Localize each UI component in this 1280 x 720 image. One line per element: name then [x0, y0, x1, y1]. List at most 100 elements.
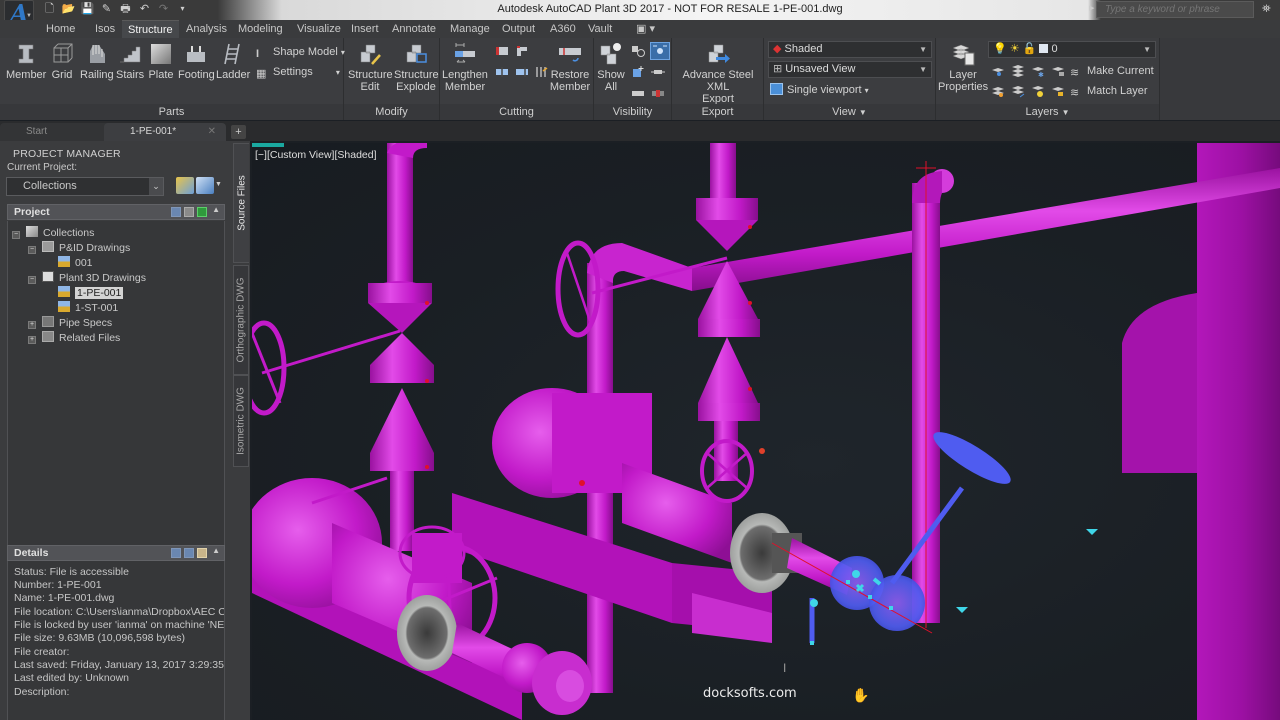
tab-isos[interactable]: Isos	[89, 20, 121, 38]
tree-node-pipe-specs[interactable]: + Pipe Specs	[28, 316, 112, 330]
tree-node-001[interactable]: 001	[58, 256, 93, 270]
viewport-config-button[interactable]: Single viewport ▾	[770, 82, 869, 98]
thumbnail-icon[interactable]	[197, 548, 207, 558]
tree-node-pid-drawings[interactable]: − P&ID Drawings	[28, 241, 130, 255]
tab-home[interactable]: Home	[40, 20, 81, 38]
binoculars-search-icon[interactable]: ⛯	[1262, 3, 1271, 16]
tab-vault[interactable]: Vault	[582, 20, 618, 38]
new-icon[interactable]: 🗋	[42, 2, 57, 16]
search-input[interactable]	[1097, 2, 1253, 17]
hide-cut-icon[interactable]	[650, 86, 666, 100]
tab-analysis[interactable]: Analysis	[180, 20, 233, 38]
expand-toggle[interactable]: +	[28, 321, 36, 329]
layer-unlock-icon[interactable]	[1050, 84, 1066, 98]
structure-edit-button[interactable]: Structure Edit	[348, 42, 393, 93]
ribbon-options-button[interactable]: ▣ ▾	[630, 20, 661, 38]
3d-piping-model[interactable]	[252, 143, 1280, 720]
lengthen-member-button[interactable]: Lengthen Member	[442, 42, 488, 93]
panel-label-view[interactable]: View ▼	[764, 104, 935, 120]
cope-icon[interactable]	[494, 44, 510, 58]
plot-icon[interactable]: 🖶	[118, 2, 133, 16]
storage-tank[interactable]	[1122, 143, 1280, 720]
header-pipe[interactable]	[692, 168, 1280, 291]
ladder-button[interactable]: Ladder	[216, 42, 250, 81]
restore-member-button[interactable]: Restore Member	[548, 42, 592, 93]
project-tools-icon[interactable]	[196, 177, 214, 194]
add-to-view-icon[interactable]	[630, 65, 646, 79]
viewport-controls-label[interactable]: [−][Custom View][Shaded]	[255, 149, 377, 161]
expand-toggle[interactable]: +	[28, 336, 36, 344]
settings-button[interactable]: ▦ Settings ▾	[256, 64, 340, 80]
doc-tab-1-pe-001[interactable]: 1-PE-001* ✕	[104, 123, 226, 141]
layer-unisolate-icon[interactable]	[1010, 84, 1026, 98]
miter-cut-icon[interactable]	[514, 44, 530, 58]
extend-icon[interactable]	[514, 65, 530, 79]
visual-style-dropdown[interactable]: ◆ Shaded ▼	[768, 41, 932, 58]
tab-source-files[interactable]: Source Files	[233, 143, 249, 263]
chevron-down-icon[interactable]: ▼	[215, 181, 222, 188]
search-box[interactable]: ▶	[1089, 1, 1254, 18]
tab-insert[interactable]: Insert	[345, 20, 385, 38]
isolate-icon[interactable]	[650, 42, 670, 60]
match-layer-button[interactable]: ≋ Match Layer	[1070, 83, 1148, 99]
make-current-button[interactable]: ≋ Make Current	[1070, 63, 1154, 79]
refresh-icon[interactable]	[197, 207, 207, 217]
tab-output[interactable]: Output	[496, 20, 541, 38]
preview-icon[interactable]	[184, 548, 194, 558]
save-as-icon[interactable]: ✎	[99, 2, 114, 16]
redo-icon[interactable]: ↷	[156, 2, 171, 16]
tree-node-1-st-001[interactable]: 1-ST-001	[58, 301, 118, 315]
project-setup-icon[interactable]	[176, 177, 194, 194]
tree-node-related-files[interactable]: + Related Files	[28, 331, 120, 345]
layer-thaw-icon[interactable]	[1030, 84, 1046, 98]
tab-structure[interactable]: Structure	[122, 20, 179, 38]
member-button[interactable]: Member	[6, 42, 46, 81]
named-view-dropdown[interactable]: ⊞ Unsaved View ▼	[768, 61, 932, 78]
tab-a360[interactable]: A360	[544, 20, 582, 38]
tree-node-collections[interactable]: − Collections	[12, 226, 94, 240]
layer-isolate-icon[interactable]	[1010, 64, 1026, 78]
selected-valve[interactable]	[771, 424, 1017, 643]
doc-tab-start[interactable]: Start	[0, 123, 120, 141]
grid-button[interactable]: Grid	[48, 42, 76, 81]
pump-skid-left[interactable]	[252, 476, 592, 720]
layer-properties-button[interactable]: Layer Properties	[938, 42, 988, 93]
new-tab-button[interactable]: +	[231, 125, 246, 139]
shape-model-button[interactable]: I Shape Model ▾	[256, 44, 345, 60]
hide-member-icon[interactable]	[650, 65, 666, 79]
collapse-icon[interactable]: ▲	[212, 546, 220, 555]
layer-dropdown[interactable]: 💡 ☀ 🔓 0 ▼	[988, 41, 1156, 58]
collapse-toggle[interactable]: −	[12, 231, 20, 239]
collapse-icon[interactable]: ▲	[212, 205, 220, 214]
advance-steel-export-button[interactable]: Advance Steel XML Export	[674, 42, 762, 105]
tab-isometric-dwg[interactable]: Isometric DWG	[233, 375, 249, 467]
collapse-toggle[interactable]: −	[28, 246, 36, 254]
tree-node-1-pe-001[interactable]: 1-PE-001	[58, 286, 124, 300]
tab-orthographic-dwg[interactable]: Orthographic DWG	[233, 265, 249, 375]
trim-icon[interactable]	[494, 65, 510, 79]
layer-lock-icon[interactable]	[1050, 64, 1066, 78]
collapse-toggle[interactable]: −	[28, 276, 36, 284]
layer-off-icon[interactable]	[990, 64, 1006, 78]
expand-arrow-icon[interactable]: ▶	[1089, 4, 1094, 12]
show-member-icon[interactable]	[630, 86, 646, 100]
tab-annotate[interactable]: Annotate	[386, 20, 442, 38]
tab-visualize[interactable]: Visualize	[291, 20, 347, 38]
drawing-viewport[interactable]: [−][Custom View][Shaded] I docksofts.com…	[252, 143, 1280, 720]
customize-icon[interactable]: ▾	[175, 2, 190, 16]
tab-manage[interactable]: Manage	[444, 20, 496, 38]
current-project-dropdown[interactable]: Collections ⌄	[6, 177, 164, 196]
railing-button[interactable]: Railing	[80, 42, 114, 81]
panel-label-layers[interactable]: Layers ▼	[936, 104, 1159, 120]
hide-selected-icon[interactable]	[630, 44, 646, 58]
tab-modeling[interactable]: Modeling	[232, 20, 289, 38]
structure-explode-button[interactable]: Structure Explode	[394, 42, 439, 93]
footing-button[interactable]: Footing	[178, 42, 215, 81]
show-all-button[interactable]: Show All	[596, 42, 626, 93]
plate-button[interactable]: Plate	[147, 42, 175, 81]
undo-icon[interactable]: ↶	[137, 2, 152, 16]
details-view-icon[interactable]	[171, 548, 181, 558]
close-tab-icon[interactable]: ✕	[208, 123, 216, 141]
stairs-button[interactable]: Stairs	[116, 42, 144, 81]
open-icon[interactable]: 📂	[61, 2, 76, 16]
